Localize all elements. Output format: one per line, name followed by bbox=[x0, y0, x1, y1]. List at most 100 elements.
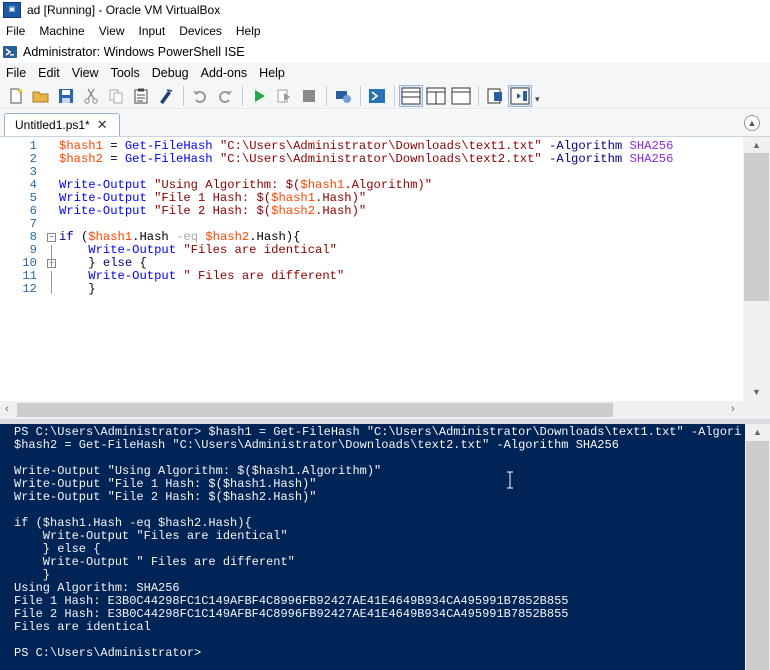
ise-menu-file[interactable]: File bbox=[0, 66, 32, 80]
redo-button[interactable] bbox=[213, 85, 237, 107]
code-token: $hash1 bbox=[88, 230, 133, 244]
scroll-down-icon[interactable]: ▼ bbox=[752, 387, 761, 397]
cut-icon bbox=[84, 88, 98, 104]
new-icon bbox=[10, 87, 23, 103]
copy-button[interactable] bbox=[104, 85, 128, 107]
clear-button[interactable] bbox=[154, 85, 178, 107]
ise-toolbar: ▾ bbox=[0, 83, 770, 109]
code-token: Get-FileHash bbox=[124, 139, 213, 153]
code-token: if bbox=[59, 230, 74, 244]
code-token: $hash1 bbox=[271, 191, 316, 205]
vbox-menu-view[interactable]: View bbox=[93, 24, 133, 38]
ise-menu-edit[interactable]: Edit bbox=[32, 66, 66, 80]
stop-button[interactable] bbox=[297, 85, 321, 107]
code-token: -eq bbox=[176, 230, 199, 244]
toolbar-separator bbox=[183, 85, 184, 106]
code-token: " Files are different" bbox=[183, 269, 345, 283]
run-icon bbox=[255, 89, 265, 102]
code-token: Get-FileHash bbox=[124, 152, 213, 166]
code-token: $hash1 bbox=[300, 178, 345, 192]
layout-max-button[interactable] bbox=[449, 85, 473, 107]
text-cursor-icon bbox=[507, 471, 513, 489]
script-code-area[interactable]: 1 $hash1 = Get-FileHash "C:\Users\Adminis… bbox=[0, 137, 742, 402]
code-token: .Hash)" bbox=[315, 204, 367, 218]
code-token: .Hash)" bbox=[315, 191, 367, 205]
toolbar-overflow-icon[interactable]: ▾ bbox=[535, 94, 540, 105]
powershell-button[interactable] bbox=[365, 85, 389, 107]
code-text: } bbox=[59, 282, 96, 296]
script-editor[interactable]: 1 $hash1 = Get-FileHash "C:\Users\Adminis… bbox=[0, 136, 770, 402]
close-icon[interactable]: ✕ bbox=[97, 117, 108, 133]
paste-button[interactable] bbox=[129, 85, 153, 107]
scrollbar-thumb[interactable] bbox=[744, 153, 769, 301]
editor-horizontal-scrollbar[interactable]: ‹ › bbox=[0, 401, 770, 419]
scroll-right-icon[interactable]: › bbox=[731, 403, 735, 415]
addon-button[interactable] bbox=[508, 84, 532, 107]
save-icon bbox=[59, 88, 73, 103]
toolbar-separator bbox=[478, 85, 479, 106]
code-token: } bbox=[59, 282, 96, 296]
undo-button[interactable] bbox=[188, 85, 212, 107]
scrollbar-thumb[interactable] bbox=[746, 441, 769, 670]
vbox-menu-file[interactable]: File bbox=[0, 24, 33, 38]
console-line: Write-Output " Files are different" bbox=[14, 555, 295, 569]
fold-guide bbox=[51, 245, 52, 268]
code-token: "C:\Users\Administrator\Downloads\text1.… bbox=[219, 139, 542, 153]
run-selection-icon bbox=[277, 89, 290, 102]
remote-tab-button[interactable] bbox=[331, 85, 355, 107]
line-number: 12 bbox=[22, 282, 37, 296]
layout-top-button[interactable] bbox=[399, 84, 423, 107]
vbox-menu-input[interactable]: Input bbox=[133, 24, 174, 38]
editor-vertical-scrollbar[interactable]: ▲ ▼ bbox=[743, 137, 770, 402]
new-button[interactable] bbox=[4, 85, 28, 107]
code-token: "Files are identical" bbox=[183, 243, 337, 257]
code-token: = bbox=[102, 152, 125, 166]
open-icon bbox=[32, 91, 49, 102]
code-token: "Using Algorithm: $( bbox=[154, 178, 301, 192]
code-token: .Hash bbox=[132, 230, 177, 244]
ise-menu-view[interactable]: View bbox=[66, 66, 105, 80]
remote-tab-icon bbox=[336, 90, 351, 103]
code-token: else bbox=[102, 256, 133, 270]
script-tab-strip: Untitled1.ps1* ✕ ▲ bbox=[0, 110, 770, 136]
cut-button[interactable] bbox=[79, 85, 103, 107]
powershell-ise-icon bbox=[3, 46, 17, 58]
code-token: -Algorithm bbox=[549, 152, 623, 166]
ise-menu-debug[interactable]: Debug bbox=[146, 66, 195, 80]
code-text: $hash2 = Get-FileHash "C:\Users\Administ… bbox=[59, 153, 673, 166]
console-vertical-scrollbar[interactable]: ▲ bbox=[745, 424, 770, 670]
scroll-up-icon[interactable]: ▲ bbox=[753, 427, 762, 437]
save-button[interactable] bbox=[54, 85, 78, 107]
ise-menu-tools[interactable]: Tools bbox=[105, 66, 146, 80]
vbox-menu-help[interactable]: Help bbox=[230, 24, 269, 38]
ise-menu-help[interactable]: Help bbox=[253, 66, 291, 80]
scrollbar-thumb[interactable] bbox=[17, 403, 613, 417]
commands-button[interactable] bbox=[483, 85, 507, 107]
clear-icon bbox=[160, 88, 173, 104]
layout-right-button[interactable] bbox=[424, 85, 448, 107]
copy-icon bbox=[109, 89, 123, 103]
scroll-up-icon[interactable]: ▲ bbox=[752, 140, 761, 150]
tab-untitled1[interactable]: Untitled1.ps1* ✕ bbox=[4, 113, 120, 136]
vbox-menu-machine[interactable]: Machine bbox=[33, 24, 92, 38]
scroll-left-icon[interactable]: ‹ bbox=[5, 403, 9, 415]
run-button[interactable] bbox=[247, 85, 271, 107]
layout-right-icon bbox=[426, 87, 446, 104]
code-line[interactable]: 2 $hash2 = Get-FileHash "C:\Users\Adminis… bbox=[0, 153, 740, 166]
fold-toggle-icon[interactable]: − bbox=[47, 233, 56, 242]
console-pane[interactable]: PS C:\Users\Administrator> $hash1 = Get-… bbox=[0, 424, 745, 670]
code-line[interactable]: 12 } bbox=[0, 283, 740, 296]
vbox-menu-bar: File Machine View Input Devices Help bbox=[0, 21, 770, 41]
code-line[interactable]: 6 Write-Output "File 2 Hash: $($hash2.Has… bbox=[0, 205, 740, 218]
open-button[interactable] bbox=[29, 85, 53, 107]
code-line[interactable]: 11 Write-Output " Files are different" bbox=[0, 270, 740, 283]
code-token: "File 1 Hash: $( bbox=[154, 191, 272, 205]
run-selection-button[interactable] bbox=[272, 85, 296, 107]
vbox-menu-devices[interactable]: Devices bbox=[173, 24, 230, 38]
ise-menu-addons[interactable]: Add-ons bbox=[195, 66, 254, 80]
collapse-script-pane-icon[interactable]: ▲ bbox=[744, 115, 760, 131]
stop-icon bbox=[303, 89, 315, 102]
